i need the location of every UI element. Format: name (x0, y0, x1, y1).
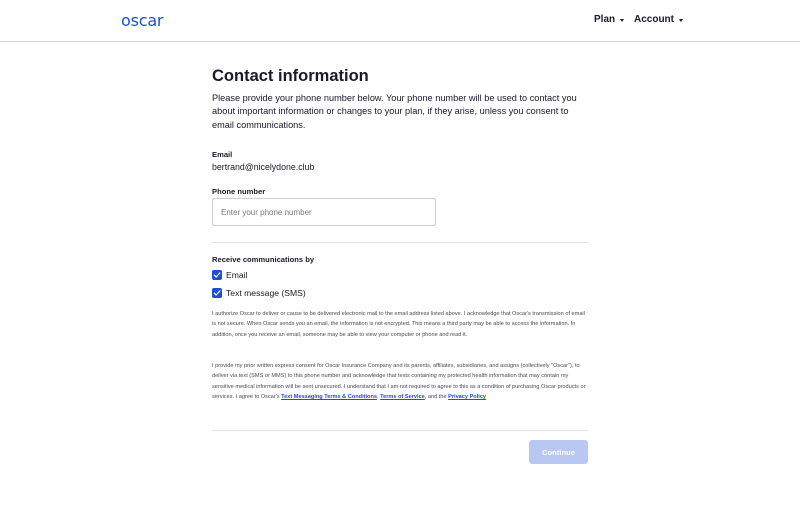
sms-consent-text: I provide my prior written express conse… (212, 361, 588, 403)
nav-account-label: Account (634, 14, 674, 25)
email-label: Email (212, 150, 233, 159)
divider (212, 430, 588, 431)
email-value: bertrand@nicelydone.club (212, 162, 315, 172)
phone-label: Phone number (212, 187, 266, 196)
nav-account-menu[interactable]: Account (634, 14, 683, 25)
oscar-logo[interactable]: oscar (121, 11, 164, 30)
page-title: Contact information (212, 67, 369, 85)
email-checkbox-label: Email (226, 270, 248, 280)
privacy-policy-link[interactable]: Privacy Policy (448, 394, 486, 400)
email-consent-text: I authorize Oscar to deliver or cause to… (212, 311, 585, 338)
sms-terms-link[interactable]: Text Messaging Terms & Conditions (281, 394, 377, 400)
sms-checkbox-label: Text message (SMS) (226, 288, 306, 298)
email-checkbox[interactable] (212, 270, 222, 280)
divider (212, 242, 588, 243)
nav-plan-menu[interactable]: Plan (594, 14, 625, 25)
checkmark-icon (213, 272, 221, 278)
top-header: oscar Plan Account (0, 0, 800, 42)
phone-input[interactable] (212, 198, 436, 226)
communications-label: Receive communications by (212, 255, 315, 264)
terms-of-service-link[interactable]: Terms of Service (380, 394, 425, 400)
checkmark-icon (213, 290, 221, 296)
separator-text: , and the (424, 394, 449, 401)
sms-checkbox[interactable] (212, 288, 222, 298)
chevron-down-icon (620, 18, 625, 22)
sms-checkbox-row[interactable]: Text message (SMS) (212, 288, 306, 298)
continue-button[interactable]: Continue (529, 440, 588, 464)
nav-plan-label: Plan (594, 14, 616, 25)
chevron-down-icon (679, 18, 683, 22)
email-checkbox-row[interactable]: Email (212, 270, 248, 280)
intro-text: Please provide your phone number below. … (212, 93, 577, 130)
